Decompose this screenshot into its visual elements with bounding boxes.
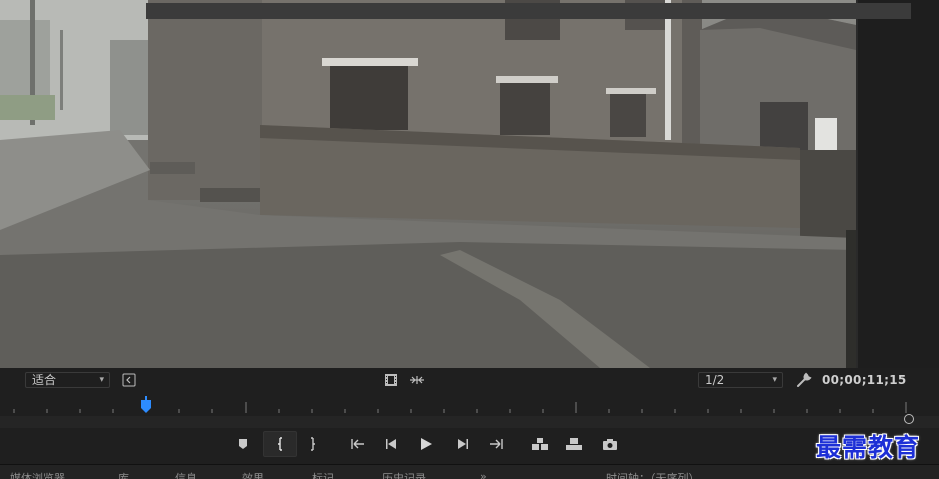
go-to-out-icon[interactable] [483,431,509,457]
chevron-down-icon: ▾ [99,375,104,385]
insert-icon[interactable] [527,431,553,457]
overwrite-icon[interactable] [561,431,587,457]
chevron-down-icon: ▾ [772,375,777,385]
timeline-panel-title[interactable]: 时间轴：（无序列） [606,470,700,479]
resolution-value: 1/2 [705,373,725,387]
wrench-icon[interactable] [796,372,812,388]
tab-history[interactable]: 历史记录 [382,470,426,479]
go-to-in-icon[interactable] [345,431,371,457]
panel-overflow-menu[interactable]: » [480,470,487,479]
zoom-fit-value: 适合 [32,373,57,387]
timeline-end-handle[interactable] [904,414,914,424]
zoom-fit-dropdown[interactable]: 适合 ▾ [25,372,110,388]
marker-icon[interactable] [230,431,256,457]
film-frame-icon[interactable] [384,373,398,387]
tab-media-browser[interactable]: 媒体浏览器 [10,470,65,479]
bottom-panel-tabs [0,464,939,479]
monitor-right-gutter [856,0,939,368]
tab-markers[interactable]: 标记 [312,470,334,479]
proxy-toggle-icon[interactable] [409,373,425,387]
mark-out-icon[interactable] [300,431,326,457]
playhead[interactable] [140,396,152,414]
step-back-icon[interactable] [379,431,405,457]
program-monitor-video [0,0,856,368]
tab-info[interactable]: 信息 [175,470,197,479]
safe-margins-icon[interactable] [122,373,136,387]
resolution-dropdown[interactable]: 1/2 ▾ [698,372,783,388]
watermark-logo: 最需教育 [816,433,921,462]
ruler-zoom-scrollbar[interactable] [0,416,939,428]
camera-icon[interactable] [597,431,623,457]
timeline-ruler-track[interactable] [146,3,911,19]
video-frame-image [0,0,856,368]
tab-effects[interactable]: 效果 [242,470,264,479]
step-forward-icon[interactable] [449,431,475,457]
play-icon[interactable] [413,431,439,457]
mark-in-icon[interactable] [263,431,297,457]
tab-libraries[interactable]: 库 [118,470,129,479]
current-timecode[interactable]: 00;00;11;15 [822,373,907,387]
